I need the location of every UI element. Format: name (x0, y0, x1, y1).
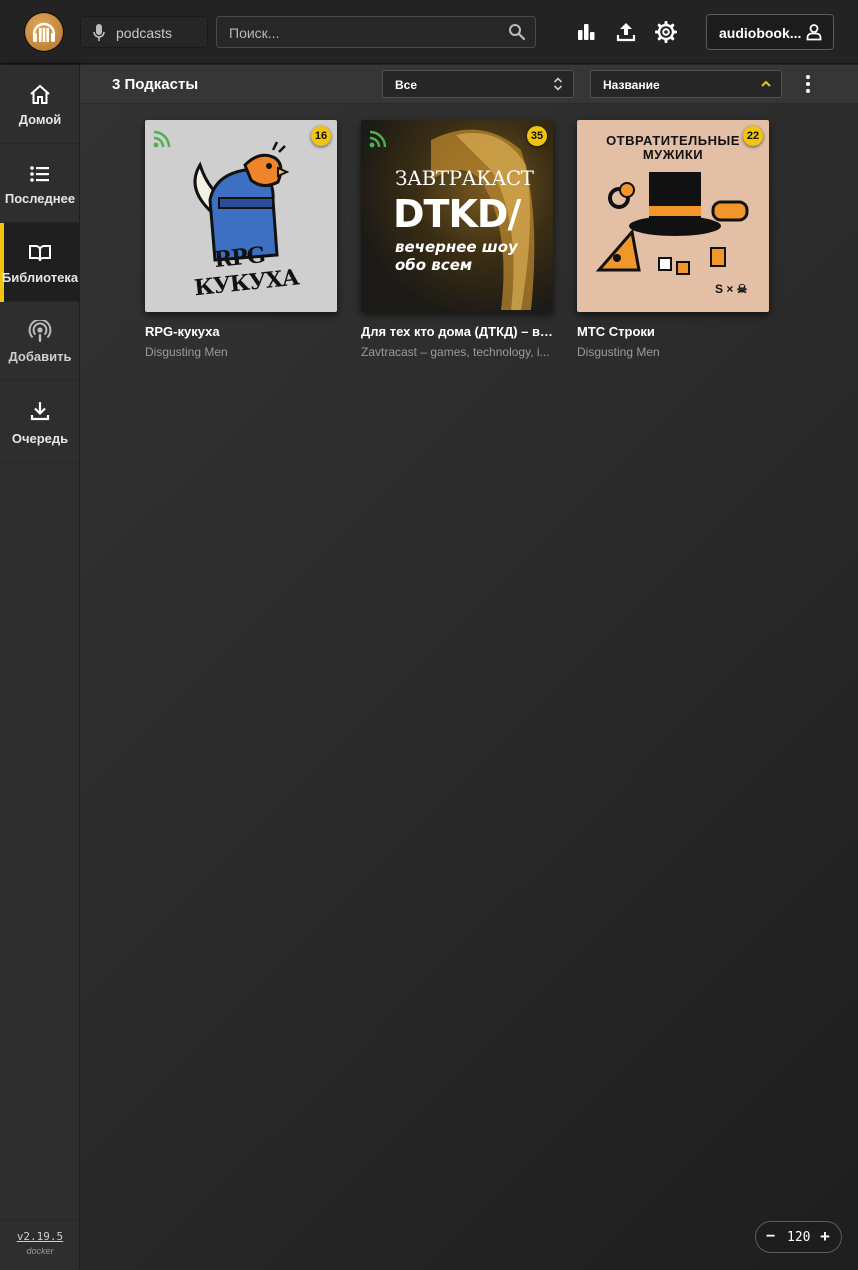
filter-value: Все (395, 78, 418, 92)
podcast-cover[interactable]: ЗАВТРАКАСТ DTKD/ вечернее шоу обо всем 3… (361, 120, 553, 312)
build-type: docker (26, 1246, 54, 1256)
top-hat-artwork: S × ☠ (595, 172, 749, 296)
filter-select[interactable]: Все (382, 70, 574, 98)
home-icon (30, 84, 50, 104)
svg-text:S × ☠: S × ☠ (715, 282, 748, 296)
podcast-cover[interactable]: ОТВРАТИТЕЛЬНЫЕ МУЖИКИ S × ☠ 22 (577, 120, 769, 312)
podcast-author[interactable]: Zavtracast – games, technology, i... (361, 345, 553, 359)
version-info: v2.19.5 docker (0, 1220, 80, 1270)
sidebar-item-latest[interactable]: Последнее (0, 144, 80, 223)
sidebar-item-home[interactable]: Домой (0, 65, 80, 144)
podcast-card[interactable]: RPG-КУКУХА 16 RPG-кукуха Disgusting Men (145, 120, 337, 359)
cover-subtitle-2: обо всем (395, 256, 473, 274)
search-placeholder: Поиск... (229, 25, 280, 41)
microphone-icon (93, 24, 105, 41)
more-vertical-icon[interactable] (800, 74, 816, 94)
library-toolbar: 3 Подкасты Все Название (80, 65, 858, 104)
podcast-title[interactable]: МТС Строки (577, 324, 769, 339)
podcast-cover[interactable]: RPG-КУКУХА 16 (145, 120, 337, 312)
podcast-author[interactable]: Disgusting Men (145, 345, 337, 359)
gear-icon[interactable] (654, 20, 678, 44)
zoom-in-button[interactable]: + (820, 1227, 830, 1247)
sidebar-item-label: Очередь (11, 431, 69, 446)
rss-icon (153, 130, 171, 148)
top-bar: podcasts Поиск... audiobook... (0, 0, 858, 64)
sort-select[interactable]: Название (590, 70, 782, 98)
user-account-button[interactable]: audiobook... (706, 14, 834, 50)
sidebar-item-label: Библиотека (1, 270, 79, 285)
username: audiobook... (719, 25, 802, 41)
chevron-up-icon (761, 80, 771, 87)
episode-count-badge: 22 (743, 126, 763, 146)
rss-icon (369, 130, 387, 148)
version-link[interactable]: v2.19.5 (0, 1230, 80, 1243)
podcast-title[interactable]: Для тех кто дома (ДТКД) – ве... (361, 324, 553, 339)
app-logo[interactable] (24, 12, 64, 52)
search-icon[interactable] (508, 23, 526, 41)
user-icon (806, 24, 822, 41)
cover-subtitle: вечернее шоу (395, 238, 518, 256)
podcast-card[interactable]: ОТВРАТИТЕЛЬНЫЕ МУЖИКИ S × ☠ 22 МТС Строк… (577, 120, 769, 359)
active-indicator (0, 223, 4, 302)
sidebar-item-label: Домой (18, 112, 62, 127)
library-selector[interactable]: podcasts (80, 16, 208, 48)
sort-value: Название (603, 78, 660, 92)
zoom-out-button[interactable]: − (766, 1228, 775, 1246)
sidebar-item-queue[interactable]: Очередь (0, 381, 80, 463)
library-content: RPG-КУКУХА 16 RPG-кукуха Disgusting Men … (80, 104, 858, 1270)
podcast-title[interactable]: RPG-кукуха (145, 324, 337, 339)
cover-title: DTKD/ (393, 192, 521, 236)
sidebar-item-add[interactable]: Добавить (0, 302, 80, 381)
podcast-icon (28, 320, 52, 342)
sidebar-item-library[interactable]: Библиотека (0, 223, 80, 302)
list-icon (30, 166, 49, 182)
podcast-card[interactable]: ЗАВТРАКАСТ DTKD/ вечернее шоу обо всем 3… (361, 120, 553, 359)
zoom-value: 120 (787, 1230, 811, 1245)
library-name: podcasts (116, 25, 173, 41)
chevron-up-down-icon (553, 77, 563, 91)
sidebar-item-label: Добавить (8, 349, 72, 364)
book-open-icon (29, 245, 51, 262)
sidebar: Домой Последнее Библиотека Добавить Очер… (0, 65, 80, 1270)
cover-brand: ЗАВТРАКАСТ (395, 166, 534, 190)
search-input[interactable]: Поиск... (216, 16, 536, 48)
podcast-author[interactable]: Disgusting Men (577, 345, 769, 359)
upload-icon[interactable] (614, 20, 638, 44)
download-icon (30, 402, 50, 421)
sidebar-item-label: Последнее (4, 191, 76, 206)
headphones-books-icon (32, 22, 56, 42)
zoom-control: − 120 + (755, 1221, 842, 1253)
episode-count-badge: 35 (527, 126, 547, 146)
podcast-count: 3 Подкасты (112, 76, 199, 93)
episode-count-badge: 16 (311, 126, 331, 146)
stats-icon[interactable] (574, 20, 598, 44)
